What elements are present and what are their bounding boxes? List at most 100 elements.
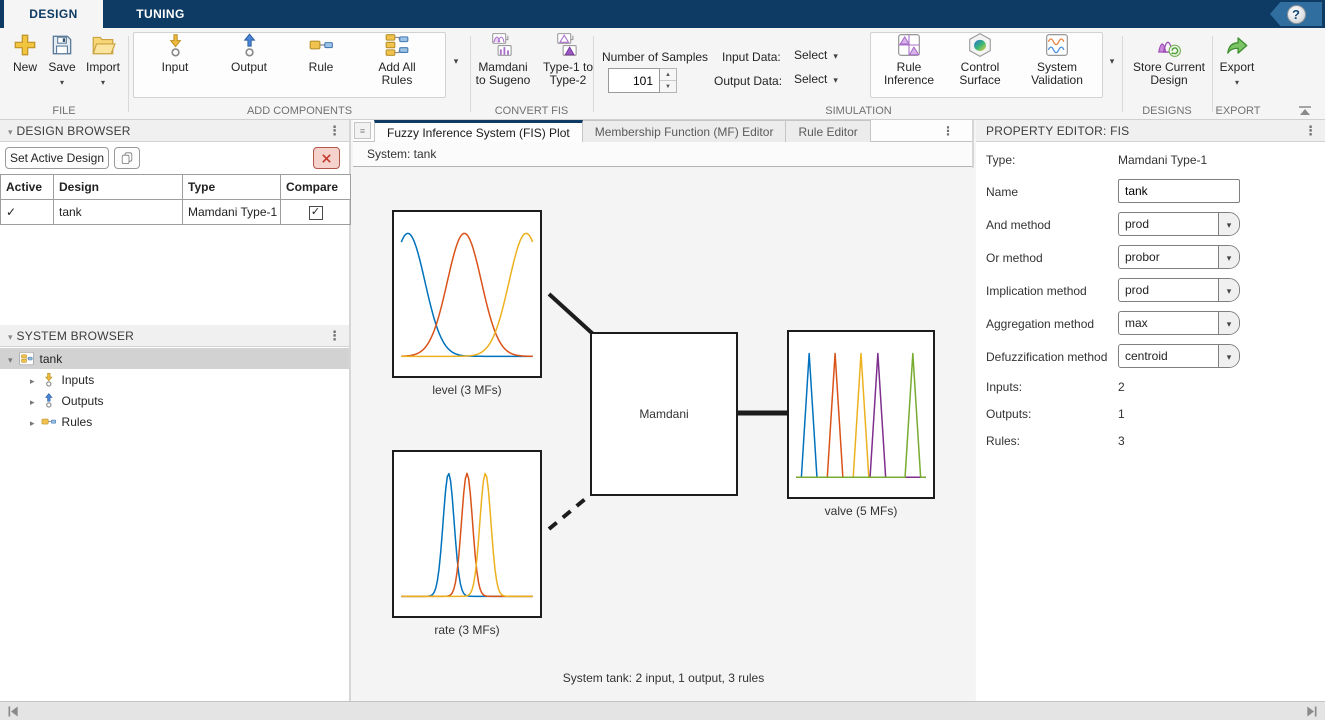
valve-mf-plot[interactable] [787,330,935,499]
collapse-left-panel-icon[interactable] [6,704,21,719]
cell-active: ✓ [1,200,54,225]
add-output-button[interactable]: Rule Output [222,32,276,74]
tree-expand-icon[interactable] [30,394,35,408]
tab-design[interactable]: DESIGN [4,0,103,28]
dropdown-caret-icon [1227,283,1232,297]
spinner-down-button[interactable]: ▼ [660,81,676,92]
tree-expand-icon[interactable] [30,415,35,429]
type1-to-type2-button[interactable]: Type-1 to Type-2 [538,32,598,87]
rule-inference-button[interactable]: Rule Inference [878,32,940,87]
system-strip: System: tank [353,142,972,167]
combo-caret-button[interactable] [1218,312,1239,334]
control-surface-button[interactable]: Control Surface [948,32,1012,87]
and-method-select[interactable]: prod [1118,212,1240,236]
rate-node-label: rate (3 MFs) [392,623,542,637]
store-current-design-button[interactable]: Store Current Design [1126,32,1212,87]
tree-item-outputs[interactable]: Outputs [0,390,349,411]
inference-node-mamdani[interactable]: Mamdani [590,332,738,496]
tab-fis-plot[interactable]: Fuzzy Inference System (FIS) Plot [374,120,583,142]
add-components-section-label: ADD COMPONENTS [133,105,466,117]
input-data-select[interactable]: Select [794,48,838,62]
system-browser-menu[interactable] [328,328,341,344]
property-editor-title: PROPERTY EDITOR: FIS [986,124,1129,138]
import-button[interactable]: Import [82,32,124,84]
level-mf-plot[interactable] [392,210,542,378]
collapse-toolstrip-button[interactable] [1297,105,1313,117]
tree-item-tank-label: tank [40,352,63,366]
level-node-label: level (3 MFs) [392,383,542,397]
separator [1212,36,1213,112]
delete-design-button[interactable] [313,147,340,169]
add-all-rules-button[interactable]: Add All Rules [364,32,430,87]
number-of-samples-input[interactable] [608,68,660,93]
input-node-level[interactable]: level (3 MFs) [392,210,542,397]
export-icon [1224,32,1250,58]
combo-caret-button[interactable] [1218,345,1239,367]
design-browser-menu[interactable] [328,123,341,139]
implication-method-select[interactable]: prod [1118,278,1240,302]
input-node-rate[interactable]: rate (3 MFs) [392,450,542,637]
system-browser-header: SYSTEM BROWSER [0,325,349,347]
rate-mf-plot[interactable] [392,450,542,618]
fis-diagram: level (3 MFs) rate (3 MFs) Mamdani valve… [353,168,974,701]
export-button[interactable]: Export [1214,32,1260,84]
output-data-select[interactable]: Select [794,72,838,86]
output-node-valve[interactable]: valve (5 MFs) [787,330,935,518]
spinner-up-button[interactable]: ▲ [660,69,676,81]
mamdani-box[interactable]: Mamdani [590,332,738,496]
outputs-count-label: Outputs: [986,407,1031,421]
combo-caret-button[interactable] [1218,246,1239,268]
aggregation-method-select[interactable]: max [1118,311,1240,335]
or-method-select[interactable]: probor [1118,245,1240,269]
compare-checkbox[interactable]: ✓ [309,206,323,220]
implication-method-label: Implication method [986,284,1087,298]
add-input-button[interactable]: Input [150,32,200,74]
name-label: Name [986,185,1018,199]
mamdani-to-sugeno-button[interactable]: Mamdani to Sugeno [472,32,534,87]
new-button[interactable]: New [7,32,43,74]
tree-item-inputs[interactable]: Inputs [0,369,349,390]
import-dropdown-caret-icon[interactable] [101,75,105,84]
design-browser-title: DESIGN BROWSER [17,124,131,138]
number-of-samples-stepper: ▲ ▼ [608,68,677,93]
save-button[interactable]: Save [44,32,80,84]
col-design: Design [54,175,183,200]
simulation-gallery-caret[interactable] [1105,54,1119,68]
collapse-right-panel-icon[interactable] [1304,704,1319,719]
number-of-samples-label: Number of Samples [602,50,708,64]
design-table-row[interactable]: ✓ tank Mamdani Type-1 ✓ [1,200,351,225]
tabbar-overflow-menu[interactable] [942,124,954,138]
add-components-gallery-caret[interactable] [449,54,463,68]
store-current-design-label: Store Current Design [1126,61,1212,87]
tree-item-tank[interactable]: tank [0,348,349,369]
convert-fis-section-label: CONVERT FIS [470,105,593,117]
tab-mf-editor[interactable]: Membership Function (MF) Editor [583,120,787,142]
system-validation-button[interactable]: System Validation [1018,32,1096,87]
separator [128,36,129,112]
dropdown-caret-icon [1227,217,1232,231]
property-editor-menu[interactable] [1304,123,1317,139]
add-rule-button[interactable]: Rule [298,32,344,74]
tree-expand-icon[interactable] [30,373,35,387]
outputs-icon [41,393,56,408]
add-rule-label: Rule [309,61,334,74]
defuzzification-method-select[interactable]: centroid [1118,344,1240,368]
tab-tuning[interactable]: TUNING [103,0,218,28]
export-dropdown-caret-icon[interactable] [1235,75,1239,84]
combo-caret-button[interactable] [1218,213,1239,235]
help-button[interactable]: ? [1270,2,1322,26]
type1-to-type2-label: Type-1 to Type-2 [538,61,598,87]
copy-design-button[interactable] [114,147,140,169]
tree-item-rules[interactable]: Rules [0,411,349,432]
cell-type: Mamdani Type-1 [183,200,281,225]
collapse-system-browser-icon[interactable] [8,329,13,343]
help-icon: ? [1287,5,1306,24]
set-active-design-button[interactable]: Set Active Design [5,147,109,169]
name-field[interactable] [1118,179,1240,203]
splitter-grip-icon[interactable] [354,122,371,139]
tab-rule-editor[interactable]: Rule Editor [786,120,870,142]
collapse-design-browser-icon[interactable] [8,124,13,138]
save-dropdown-caret-icon[interactable] [60,75,64,84]
combo-caret-button[interactable] [1218,279,1239,301]
tree-expand-icon[interactable] [8,352,13,366]
